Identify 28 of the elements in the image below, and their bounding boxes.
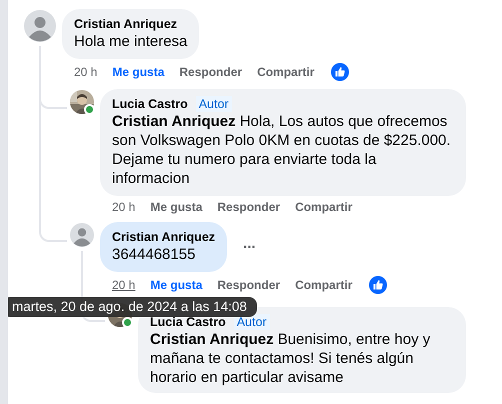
author-badge: Autor — [196, 96, 232, 112]
date-tooltip: martes, 20 de ago. de 2024 a las 14:08 — [8, 297, 257, 317]
thread-connector — [39, 222, 67, 242]
author-name[interactable]: Cristian Anriquez — [112, 229, 216, 245]
comment-text: Cristian Anriquez Hola, Los autos que ofrecemos son Volkswagen Polo 0KM en cuotas de $225.000. Dejame tu numero para enviarte toda la informacion — [112, 112, 452, 188]
action-link[interactable]: Me gusta — [112, 65, 164, 79]
more-button[interactable]: ... — [239, 234, 260, 260]
action-link[interactable]: Responder — [217, 200, 280, 214]
comment-text: Hola me interesa — [74, 32, 188, 51]
avatar-icon[interactable] — [70, 223, 94, 247]
action-link[interactable]: Compartir — [257, 65, 314, 79]
action-link[interactable]: Responder — [217, 278, 280, 292]
timestamp-link[interactable]: 20 h — [112, 278, 136, 292]
comment-text: 3644468155 — [112, 245, 196, 264]
author-name[interactable]: Lucia Castro — [112, 96, 188, 112]
action-link[interactable]: Me gusta — [150, 278, 202, 292]
comment-text: Cristian Anriquez Buenisimo, entre hoy y mañana te contactamos! Si tenés algún horario en particular avisame — [150, 330, 432, 387]
author-name[interactable]: Cristian Anriquez — [74, 16, 178, 32]
like-reaction-icon[interactable] — [369, 276, 388, 294]
action-link[interactable]: Responder — [179, 65, 242, 79]
action-link[interactable]: Me gusta — [150, 200, 202, 214]
action-link[interactable]: Compartir — [295, 200, 352, 214]
action-link[interactable]: Compartir — [295, 278, 352, 292]
author-name[interactable]: Lucia Castro — [150, 314, 226, 330]
avatar-icon[interactable] — [24, 10, 56, 42]
like-reaction-icon[interactable] — [331, 63, 350, 81]
timestamp-link[interactable]: 20 h — [112, 200, 136, 214]
timestamp-link[interactable]: 20 h — [74, 65, 98, 79]
